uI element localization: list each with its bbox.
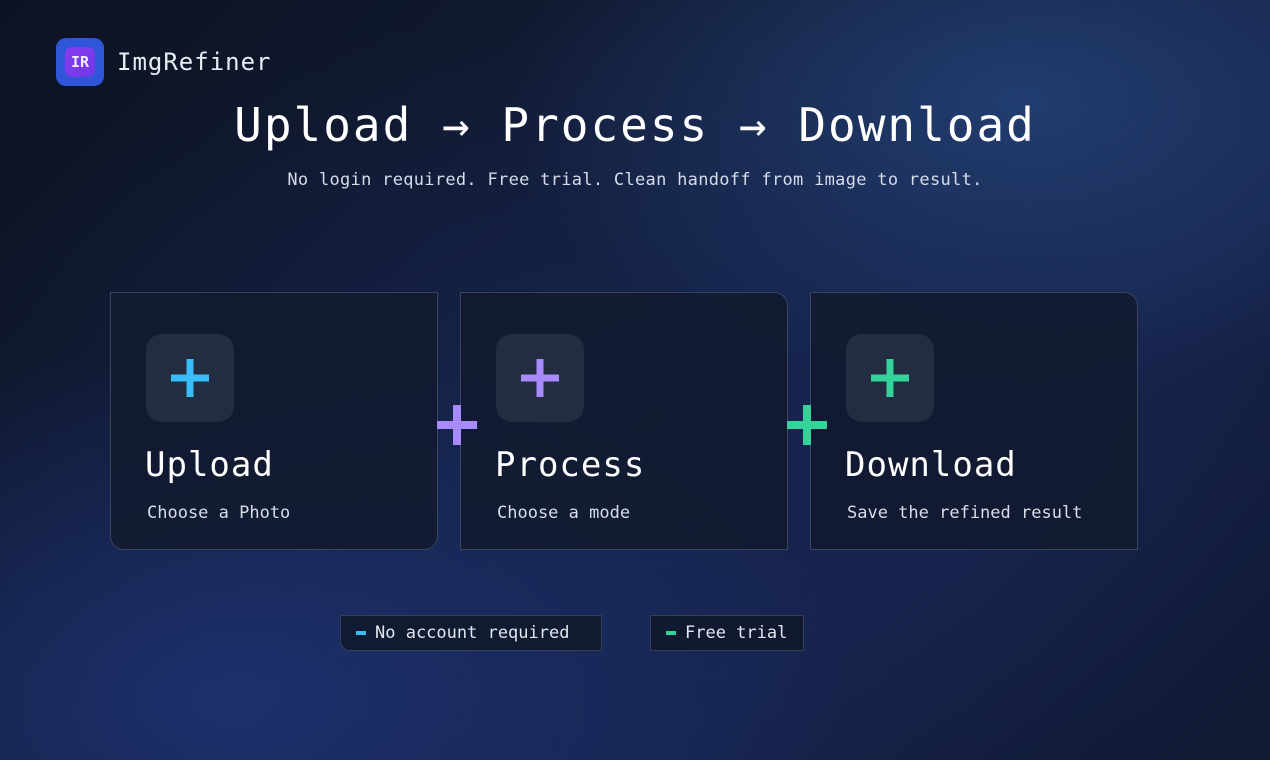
step-icon-box bbox=[496, 334, 584, 422]
plus-icon bbox=[171, 359, 209, 397]
page-subtitle: No login required. Free trial. Clean han… bbox=[287, 170, 983, 190]
brand[interactable]: IR ImgRefiner bbox=[56, 38, 272, 86]
step-card-upload[interactable]: Upload Choose a Photo bbox=[110, 292, 438, 550]
step-description: Choose a mode bbox=[497, 503, 631, 523]
badge-label: Free trial bbox=[685, 623, 788, 643]
badge-free-trial: Free trial bbox=[650, 615, 804, 651]
step-description: Choose a Photo bbox=[147, 503, 291, 523]
page-title: Upload → Process → Download bbox=[234, 98, 1036, 152]
brand-name: ImgRefiner bbox=[117, 48, 272, 76]
dash-icon bbox=[666, 631, 676, 635]
plus-connector-icon bbox=[787, 405, 827, 445]
step-title: Process bbox=[495, 445, 646, 485]
step-title: Download bbox=[845, 445, 1017, 485]
plus-connector-icon bbox=[437, 405, 477, 445]
plus-icon bbox=[871, 359, 909, 397]
dash-icon bbox=[356, 631, 366, 635]
step-title: Upload bbox=[145, 445, 274, 485]
step-description: Save the refined result bbox=[847, 503, 1083, 523]
step-icon-box bbox=[846, 334, 934, 422]
step-card-process[interactable]: Process Choose a mode bbox=[460, 292, 788, 550]
plus-icon bbox=[521, 359, 559, 397]
logo-icon: IR bbox=[56, 38, 104, 86]
logo-mark: IR bbox=[65, 47, 95, 77]
step-card-download[interactable]: Download Save the refined result bbox=[810, 292, 1138, 550]
badge-label: No account required bbox=[375, 623, 570, 643]
step-icon-box bbox=[146, 334, 234, 422]
badge-no-account: No account required bbox=[340, 615, 602, 651]
